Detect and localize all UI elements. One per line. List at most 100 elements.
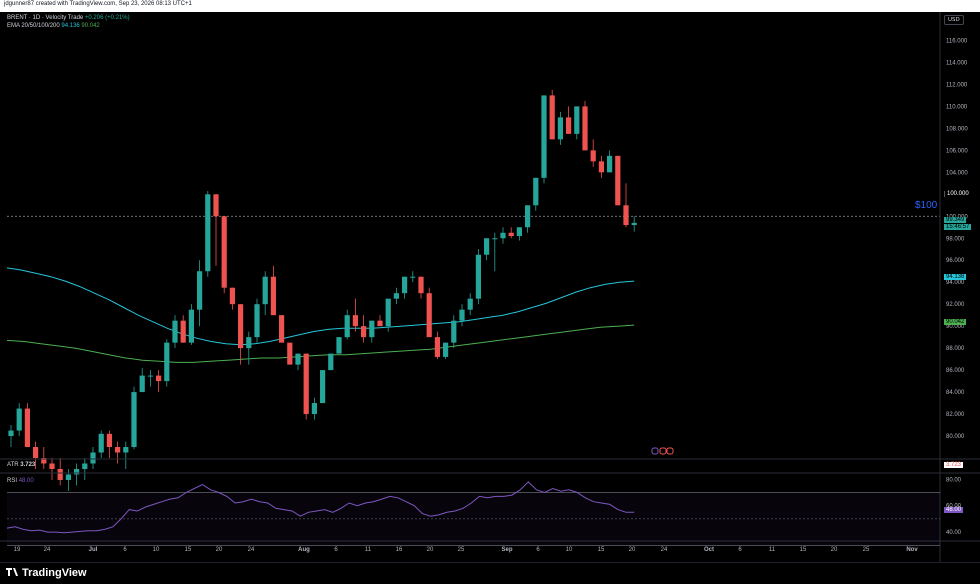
- candle: [188, 304, 194, 345]
- y-tick-label: 92.000: [946, 302, 965, 308]
- tradingview-logo[interactable]: TradingView: [6, 567, 87, 579]
- candle-body: [98, 433, 104, 453]
- x-tick-label: 20: [216, 547, 223, 553]
- candle: [320, 370, 326, 404]
- candle: [328, 353, 334, 371]
- candle: [65, 468, 71, 491]
- candle: [631, 216, 637, 232]
- candle: [451, 315, 457, 349]
- header-bar: jdgunner87 created with TradingView.com,…: [0, 0, 980, 12]
- x-tick-label: 24: [248, 547, 255, 553]
- candle-body: [147, 375, 153, 377]
- candle: [336, 337, 342, 354]
- chart-canvas[interactable]: 80.000 82.000 84.000 86.000 88.000 90.000 92.0…: [0, 12, 980, 562]
- y-tick-label: 86.000: [946, 368, 965, 374]
- y-tick-label: 84.000: [946, 390, 965, 396]
- candle-body: [287, 342, 293, 365]
- candle-body: [598, 161, 604, 173]
- candle: [615, 155, 621, 206]
- candle: [443, 342, 449, 360]
- candle-body: [484, 238, 490, 255]
- candle-body: [65, 474, 71, 480]
- candle-body: [475, 254, 481, 299]
- candle: [508, 227, 514, 239]
- candle-body: [426, 293, 432, 338]
- candle: [131, 386, 137, 450]
- candle-body: [352, 315, 358, 327]
- candle: [33, 441, 39, 469]
- candle-body: [180, 320, 186, 343]
- candle: [172, 315, 178, 349]
- candle-body: [254, 304, 260, 338]
- candle: [311, 397, 317, 420]
- candle-body: [24, 408, 30, 448]
- x-axis: 19 24 Jul 6 10 15 20 24 Aug 6 11 16 20 25 Sep 6 10 15 20 24…: [14, 547, 919, 553]
- candle: [434, 331, 440, 360]
- x-tick-label: 20: [629, 547, 636, 553]
- candle: [344, 309, 350, 340]
- x-tick-label: 11: [769, 547, 776, 553]
- candle-body: [90, 452, 96, 464]
- candle: [49, 458, 55, 480]
- y-tick-label: 80.000: [946, 434, 965, 440]
- rsi-label: 48.00: [944, 507, 964, 513]
- candle-body: [8, 430, 14, 437]
- candle-body: [393, 293, 399, 299]
- candle-body: [607, 155, 613, 173]
- x-tick-label: 6: [536, 547, 540, 553]
- candle: [369, 320, 375, 343]
- candle-body: [139, 375, 145, 393]
- candle: [607, 150, 613, 173]
- tradingview-icon: [6, 568, 18, 576]
- candle: [74, 463, 80, 486]
- candle-body: [566, 117, 572, 134]
- rsi-pane: [6, 481, 940, 546]
- candle: [377, 315, 383, 327]
- candle: [147, 370, 153, 387]
- candle: [90, 447, 96, 469]
- candle-body: [451, 320, 457, 343]
- candle: [24, 403, 30, 448]
- x-tick-label: 25: [458, 547, 465, 553]
- footer-bar: TradingView: [0, 562, 980, 584]
- candle: [123, 441, 129, 469]
- candle-body: [188, 309, 194, 343]
- candle: [361, 315, 367, 343]
- candle-body: [615, 155, 621, 206]
- x-tick-label: 16: [396, 547, 403, 553]
- candle-body: [295, 353, 301, 365]
- candle-body: [467, 298, 473, 310]
- candle-body: [500, 232, 506, 239]
- x-tick-label: 24: [44, 547, 51, 553]
- candle: [279, 315, 285, 343]
- candle-body: [434, 337, 440, 357]
- candle-body: [270, 276, 276, 316]
- y-tick-label: 104.000: [946, 170, 968, 176]
- candle: [16, 403, 22, 437]
- y-tick-label: 110.000: [946, 104, 968, 110]
- brand-name: TradingView: [22, 567, 87, 579]
- candle-body: [205, 194, 211, 272]
- price-pane: [6, 89, 940, 491]
- y-tick-label: 114.000: [946, 60, 968, 66]
- candle-body: [49, 463, 55, 469]
- candle-body: [418, 276, 424, 294]
- candle-body: [221, 216, 227, 288]
- candle-body: [410, 276, 416, 278]
- candle-body: [246, 337, 252, 349]
- candle-body: [279, 315, 285, 343]
- candle: [295, 353, 301, 371]
- candle: [115, 441, 121, 464]
- x-tick-label: 6: [738, 547, 742, 553]
- candle: [352, 298, 358, 332]
- candle-body: [549, 95, 555, 140]
- candle: [287, 342, 293, 365]
- candle: [213, 194, 219, 266]
- candle-body: [336, 337, 342, 354]
- candle: [598, 155, 604, 178]
- candle-body: [328, 353, 334, 371]
- candle: [459, 304, 465, 327]
- candle: [164, 339, 170, 387]
- y-tick-label: 108.000: [946, 126, 968, 132]
- candle-body: [361, 326, 367, 338]
